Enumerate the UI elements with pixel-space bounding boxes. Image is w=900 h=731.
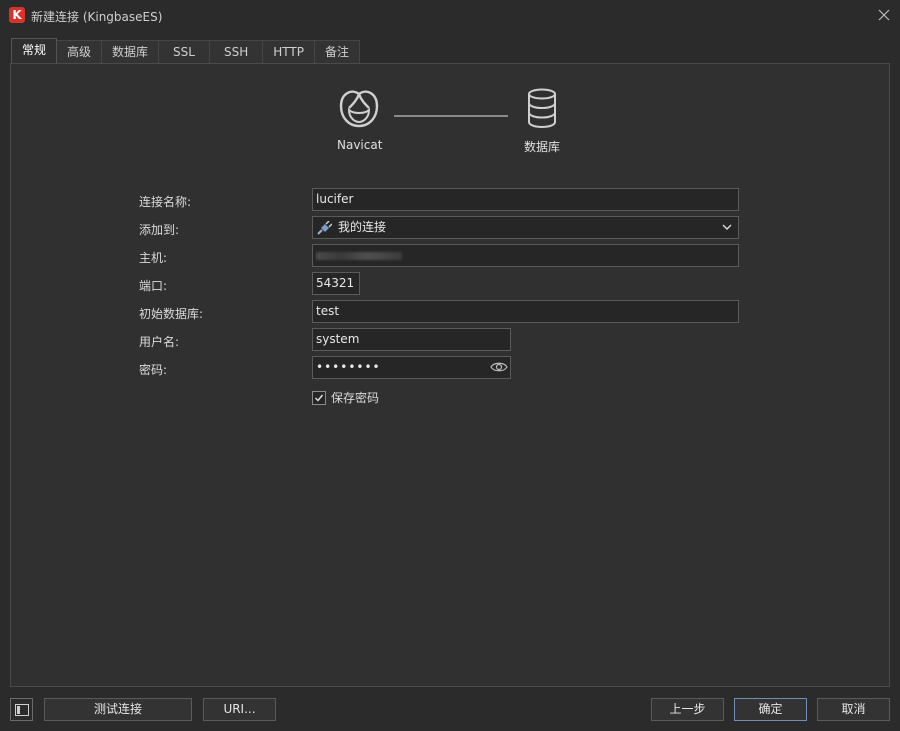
password-value: •••••••• bbox=[316, 360, 381, 374]
save-password-checkbox[interactable] bbox=[312, 390, 326, 405]
close-icon bbox=[878, 9, 890, 21]
host-label: 主机: bbox=[139, 251, 168, 265]
add-to-label: 添加到: bbox=[139, 223, 180, 237]
show-password-button[interactable] bbox=[490, 360, 508, 381]
close-button[interactable] bbox=[872, 4, 896, 26]
connection-diagram: Navicat 数据库 bbox=[11, 64, 889, 184]
username-label: 用户名: bbox=[139, 335, 180, 349]
database-icon bbox=[528, 88, 556, 128]
eye-icon bbox=[490, 362, 508, 372]
host-input[interactable] bbox=[312, 244, 739, 267]
add-to-value: 我的连接 bbox=[338, 220, 387, 234]
port-input[interactable]: 54321 bbox=[312, 272, 360, 295]
tab-comment[interactable]: 备注 bbox=[313, 40, 360, 63]
tab-http[interactable]: HTTP bbox=[262, 40, 315, 63]
toggle-sidebar-button[interactable] bbox=[10, 698, 33, 721]
password-label: 密码: bbox=[139, 363, 168, 377]
kingbase-app-icon: K bbox=[9, 7, 25, 23]
chevron-down-icon bbox=[722, 224, 732, 230]
sidebar-panel-icon bbox=[14, 703, 29, 716]
redacted-host-value bbox=[316, 252, 402, 260]
dialog-footer: 测试连接 URI... 上一步 确定 取消 bbox=[0, 690, 900, 731]
username-input[interactable]: system bbox=[312, 328, 511, 351]
tab-general[interactable]: 常规 bbox=[11, 38, 58, 63]
password-input[interactable]: •••••••• bbox=[312, 356, 511, 379]
save-password-row: 保存密码 bbox=[312, 389, 379, 406]
window-title: 新建连接 (KingbaseES) bbox=[31, 10, 163, 24]
database-label: 数据库 bbox=[523, 140, 560, 154]
cancel-button[interactable]: 取消 bbox=[817, 698, 890, 721]
tab-ssh[interactable]: SSH bbox=[208, 40, 264, 63]
port-label: 端口: bbox=[139, 279, 168, 293]
previous-button[interactable]: 上一步 bbox=[651, 698, 724, 721]
test-connection-button[interactable]: 测试连接 bbox=[44, 698, 192, 721]
navicat-logo-icon bbox=[339, 90, 379, 128]
connection-line bbox=[394, 115, 508, 117]
tab-ssl[interactable]: SSL bbox=[158, 40, 210, 63]
add-to-select[interactable]: 我的连接 bbox=[312, 216, 739, 239]
general-panel: Navicat 数据库 连接名称: lucifer 添加到: 我的连接 主机: … bbox=[10, 63, 890, 687]
navicat-label: Navicat bbox=[337, 138, 383, 152]
uri-button[interactable]: URI... bbox=[203, 698, 276, 721]
connection-plug-icon bbox=[316, 220, 332, 235]
checkmark-icon bbox=[315, 394, 324, 402]
tab-bar: 常规 高级 数据库 SSL SSH HTTP 备注 bbox=[11, 38, 360, 64]
save-password-label: 保存密码 bbox=[331, 391, 380, 405]
initial-database-input[interactable]: test bbox=[312, 300, 739, 323]
tab-advanced[interactable]: 高级 bbox=[56, 40, 103, 63]
connection-name-input[interactable]: lucifer bbox=[312, 188, 739, 211]
tab-databases[interactable]: 数据库 bbox=[101, 40, 160, 63]
title-bar: K 新建连接 (KingbaseES) bbox=[0, 0, 900, 32]
connection-name-label: 连接名称: bbox=[139, 195, 192, 209]
ok-button[interactable]: 确定 bbox=[734, 698, 807, 721]
initial-database-label: 初始数据库: bbox=[139, 307, 204, 321]
